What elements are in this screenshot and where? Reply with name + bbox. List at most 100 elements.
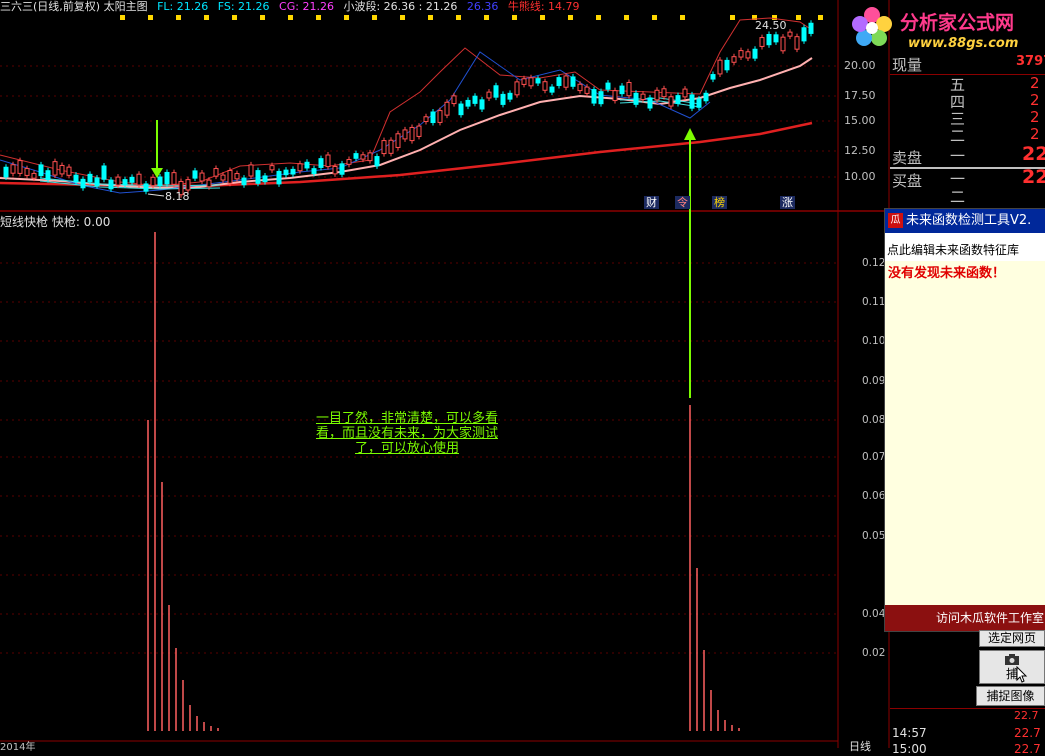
- candle-body: [17, 160, 23, 174]
- candle-body: [346, 159, 352, 165]
- candle-body: [248, 164, 254, 177]
- quote-panel: 现量 3797 五 2 四 2 三 2 二 2 卖盘 一 22 买盘 一 22 …: [890, 54, 1045, 206]
- candle-body: [675, 95, 681, 104]
- candle-body: [290, 168, 296, 175]
- candle-body: [423, 116, 429, 123]
- candle-body: [136, 173, 142, 186]
- candles: [3, 20, 814, 198]
- volume-value: 3797: [1016, 54, 1045, 69]
- tool-title: 未来函数检测工具V2.: [906, 213, 1032, 228]
- candle-body: [164, 171, 170, 185]
- buy-value: 22: [1022, 166, 1045, 188]
- event-tag-rank[interactable]: 榜: [712, 196, 727, 209]
- level-value: 2: [1030, 91, 1040, 109]
- candle-body: [297, 163, 303, 172]
- capture-image-button[interactable]: 捕捉图像: [976, 686, 1045, 706]
- candle-body: [472, 95, 478, 104]
- select-web-button[interactable]: 选定网页: [979, 630, 1045, 647]
- event-tag-finance[interactable]: 财: [644, 196, 659, 209]
- candle-body: [24, 168, 30, 176]
- candle-body: [143, 183, 149, 192]
- candle-body: [563, 75, 569, 88]
- candle-body: [766, 34, 772, 46]
- candle-body: [479, 99, 485, 110]
- candle-body: [192, 170, 198, 179]
- candle-body: [752, 48, 758, 59]
- candle-body: [3, 166, 9, 178]
- candle-body: [738, 50, 744, 58]
- candle-body: [416, 125, 422, 137]
- price-tick: 10.00: [844, 170, 876, 183]
- candle-body: [38, 164, 44, 177]
- candle-body: [724, 59, 730, 71]
- level-value: 2: [1030, 125, 1040, 143]
- indicator-tick: 0.07: [862, 451, 886, 463]
- indicator-tick: 0.02: [862, 647, 886, 659]
- annotation-line-1: 一目了然，非常清楚，可以多看: [315, 411, 498, 426]
- candle-body: [486, 91, 492, 99]
- indicator-tick: 0.06: [862, 490, 886, 502]
- low-price-label: 8.18: [165, 190, 190, 203]
- indicator-bars: [147, 232, 740, 731]
- period-label[interactable]: 日线: [849, 738, 871, 754]
- indicator-tick: 0.09: [862, 375, 886, 387]
- candle-body: [122, 179, 128, 186]
- candle-body: [367, 152, 373, 162]
- event-tag-order[interactable]: 令: [675, 196, 690, 209]
- candle-body: [703, 92, 709, 102]
- candle-body: [185, 179, 191, 191]
- candle-body: [318, 158, 324, 168]
- candle-body: [101, 165, 107, 180]
- candle-body: [283, 169, 289, 176]
- volume-label: 现量: [892, 56, 923, 74]
- candle-body: [577, 83, 583, 92]
- candle-body: [717, 59, 723, 75]
- tool-title-bar[interactable]: 瓜未来函数检测工具V2.: [885, 209, 1045, 233]
- candle-body: [801, 27, 807, 42]
- candle-body: [647, 97, 653, 109]
- mouse-cursor-icon: [1016, 666, 1028, 683]
- capture-button[interactable]: 捕: [979, 650, 1045, 684]
- indicator-tick: 0.12: [862, 257, 886, 269]
- candle-body: [59, 164, 65, 175]
- candle-body: [73, 174, 79, 183]
- candle-body: [220, 174, 226, 181]
- edit-feature-library-link[interactable]: 点此编辑未来函数特征库: [885, 233, 1045, 261]
- candle-body: [444, 101, 450, 116]
- candle-body: [493, 85, 499, 98]
- candle-body: [661, 88, 667, 98]
- volume-row: 现量 3797: [890, 54, 1045, 76]
- indicator-tick: 0.04: [862, 608, 886, 620]
- event-tag-limit-up[interactable]: 涨: [780, 196, 795, 209]
- candle-body: [31, 172, 37, 179]
- level-label: 二: [950, 127, 966, 145]
- candle-body: [584, 86, 590, 94]
- price-value-top: 22.7: [1014, 709, 1039, 722]
- kline-chart[interactable]: 24.50 8.18: [0, 0, 890, 748]
- candle-body: [262, 175, 268, 183]
- candle-body: [808, 22, 814, 34]
- candle-body: [710, 74, 716, 80]
- visit-studio-label: 访问木瓜软件工作室: [935, 611, 1044, 625]
- candle-body: [605, 82, 611, 90]
- candle-body: [619, 85, 625, 95]
- candle-body: [360, 154, 366, 160]
- future-function-tool-window[interactable]: 瓜未来函数检测工具V2. 点此编辑未来函数特征库 没有发现未来函数！ 访问木瓜软…: [884, 208, 1045, 632]
- visit-studio-link[interactable]: 访问木瓜软件工作室: [885, 605, 1045, 631]
- papaya-logo-icon: 瓜: [888, 213, 903, 228]
- candle-body: [682, 88, 688, 98]
- candle-body: [549, 86, 555, 93]
- sell-label: 卖盘: [892, 149, 923, 167]
- level-value: 2: [1030, 108, 1040, 126]
- level-label: 二: [950, 188, 966, 206]
- candle-body: [157, 176, 163, 186]
- candle-body: [227, 170, 233, 184]
- time-1500: 15:00: [892, 742, 927, 756]
- candle-body: [45, 170, 51, 181]
- candle-body: [10, 164, 16, 174]
- candle-body: [304, 161, 310, 169]
- indicator-title: 短线快枪 快枪: 0.00: [0, 215, 111, 229]
- candle-body: [332, 165, 338, 175]
- candle-body: [773, 34, 779, 43]
- level-value: 2: [1030, 74, 1040, 92]
